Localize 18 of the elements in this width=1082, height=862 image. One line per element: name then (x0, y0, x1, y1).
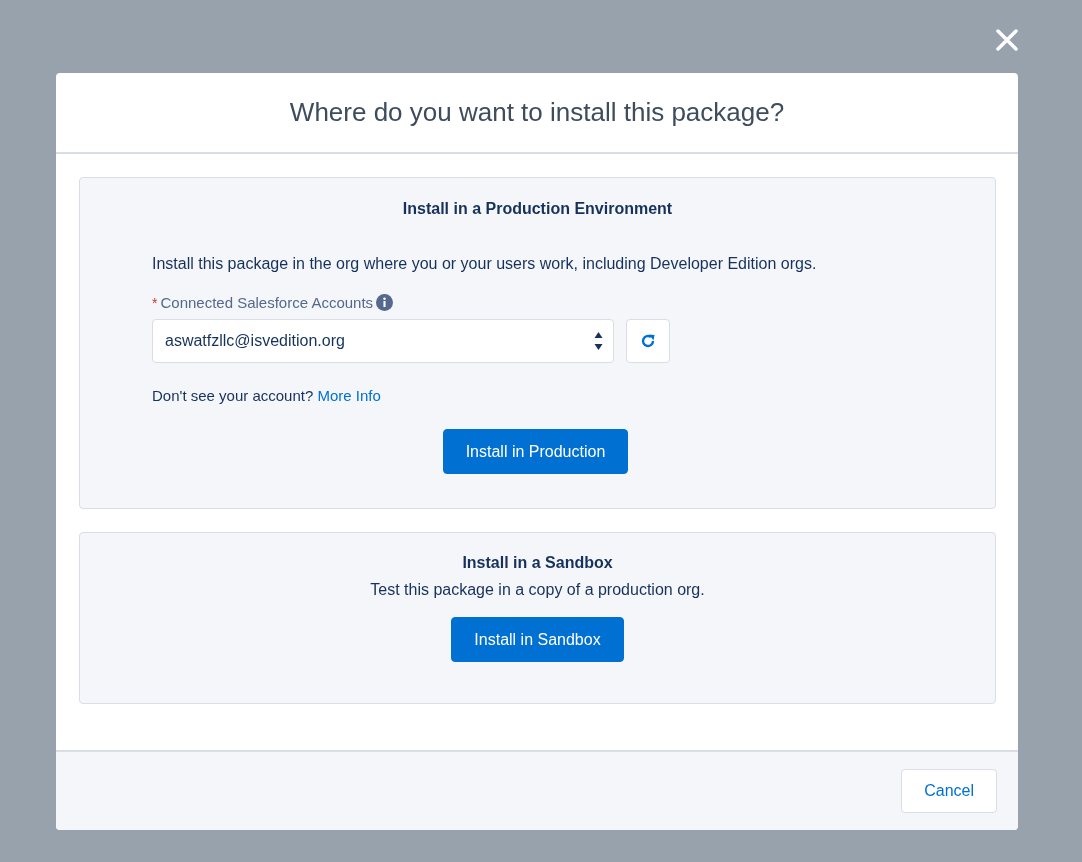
close-icon[interactable] (995, 28, 1019, 52)
sort-arrows-icon (594, 330, 603, 352)
field-label: Connected Salesforce Accounts (160, 294, 374, 311)
card-heading: Install in a Sandbox (462, 554, 613, 572)
card-heading: Install in a Production Environment (401, 200, 674, 218)
install-sandbox-button[interactable]: Install in Sandbox (451, 617, 624, 662)
required-mark: * (152, 294, 158, 311)
account-select[interactable]: aswatfzllc@isvedition.org (152, 319, 614, 363)
card-description: Test this package in a copy of a production org. (370, 581, 705, 599)
more-info-link[interactable]: More Info (317, 387, 381, 404)
dialog-title: Where do you want to install this package? (289, 97, 785, 128)
info-icon[interactable] (376, 294, 394, 311)
cancel-button[interactable]: Cancel (901, 769, 997, 813)
install-production-button[interactable]: Install in Production (442, 429, 629, 474)
card-description: Install this package in the org where you or your users work, including Developer Edition orgs. (152, 255, 818, 273)
help-text: Don't see your account? More Info (152, 387, 382, 404)
refresh-button[interactable] (626, 319, 670, 363)
refresh-icon (639, 332, 657, 350)
